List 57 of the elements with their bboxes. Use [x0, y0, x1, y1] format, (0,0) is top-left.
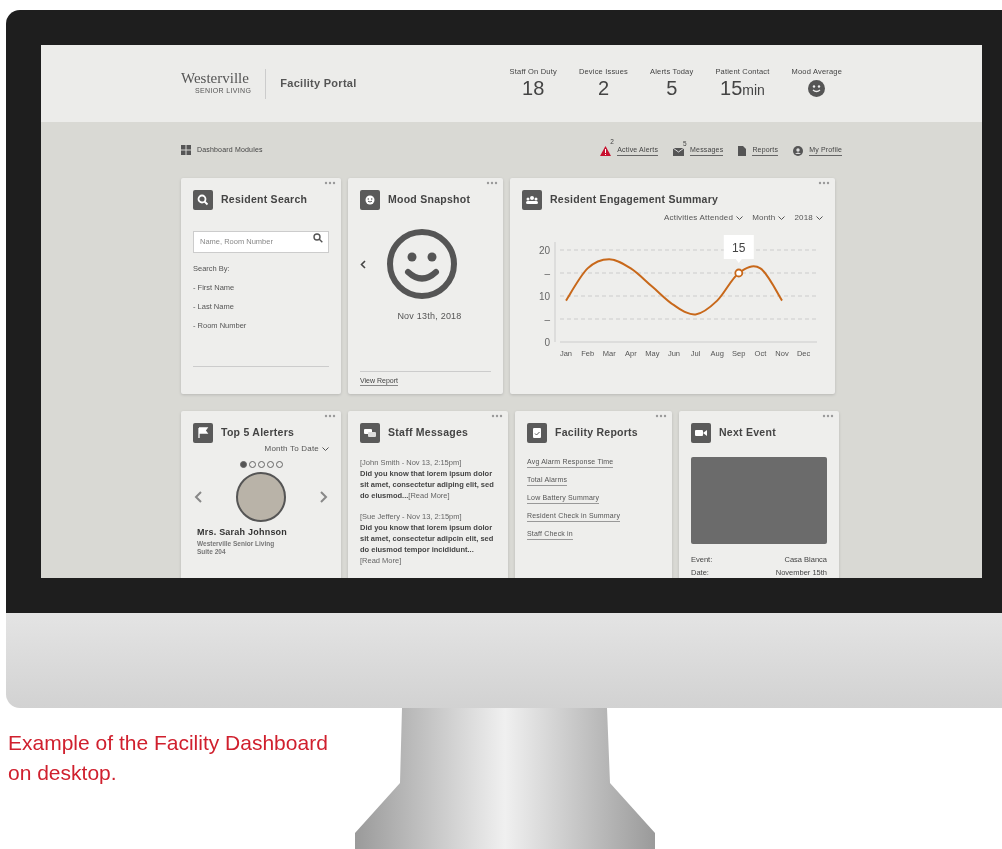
more-icon[interactable]: [324, 181, 336, 185]
more-icon[interactable]: [324, 414, 336, 418]
clipboard-icon: [527, 423, 547, 443]
filter-dropdown[interactable]: Month: [752, 212, 786, 224]
avatar-photo-placeholder: [236, 472, 286, 522]
chevron-down-icon: [736, 215, 744, 221]
card-title: Facility Reports: [555, 425, 638, 441]
value-tooltip: 15: [723, 235, 754, 263]
card-title: Next Event: [719, 425, 776, 441]
y-tick-label: –: [544, 314, 550, 325]
more-icon[interactable]: [486, 181, 498, 185]
search-icon[interactable]: [313, 233, 323, 243]
card-title: Resident Search: [221, 192, 308, 208]
user-circle-icon: [793, 145, 804, 156]
document-icon: [738, 145, 747, 156]
stat-value: 18: [522, 77, 545, 100]
more-icon[interactable]: [822, 414, 834, 418]
caption-text: Example of the Facility Dashboard on desktop.: [7, 730, 329, 786]
grid-icon[interactable]: [181, 145, 191, 155]
smiley-face-icon: [808, 80, 826, 98]
resident-name: Mrs. Sarah Johnson: [196, 526, 289, 539]
stat-value: 2: [597, 77, 610, 100]
portal-title: Facility Portal: [280, 76, 357, 92]
y-tick-label: –: [544, 268, 550, 279]
chevron-down-icon: [322, 446, 329, 452]
card-title: Top 5 Alerters: [221, 425, 295, 441]
card-title: Resident Engagement Summary: [550, 192, 719, 208]
card-title: Mood Snapshot: [388, 192, 471, 208]
stat-value: 15min: [720, 77, 765, 102]
logo-name: Westerville: [181, 70, 249, 86]
envelope-icon: [673, 147, 685, 156]
search-icon: [193, 190, 213, 210]
more-icon[interactable]: [655, 414, 667, 418]
filter-dropdown[interactable]: 2018: [794, 212, 823, 224]
video-camera-icon: [691, 423, 711, 443]
period-dropdown[interactable]: Month To Date: [264, 443, 329, 455]
filter-dropdown[interactable]: Activities Attended: [664, 212, 744, 224]
chat-icon: [360, 423, 380, 443]
stat-value: 5: [666, 77, 678, 100]
more-icon[interactable]: [491, 414, 503, 418]
smiley-face-icon: [386, 228, 458, 300]
mood-date: Nov 13th, 2018: [396, 310, 463, 323]
annotation: 15: [732, 241, 746, 255]
chevron-down-icon: [778, 215, 786, 221]
y-tick-label: 0: [544, 337, 550, 348]
chevron-left-icon[interactable]: [360, 259, 366, 269]
card-title: Staff Messages: [388, 425, 469, 441]
more-icon[interactable]: [818, 181, 830, 185]
warning-icon: [600, 145, 612, 156]
flag-icon: [193, 423, 213, 443]
chevron-right-icon[interactable]: [320, 491, 328, 503]
group-icon: [522, 190, 542, 210]
smiley-icon: [360, 190, 380, 210]
y-tick-label: 20: [538, 245, 550, 256]
y-tick-label: 10: [538, 291, 550, 302]
data-point-marker: [734, 268, 744, 278]
chevron-down-icon: [816, 215, 823, 221]
